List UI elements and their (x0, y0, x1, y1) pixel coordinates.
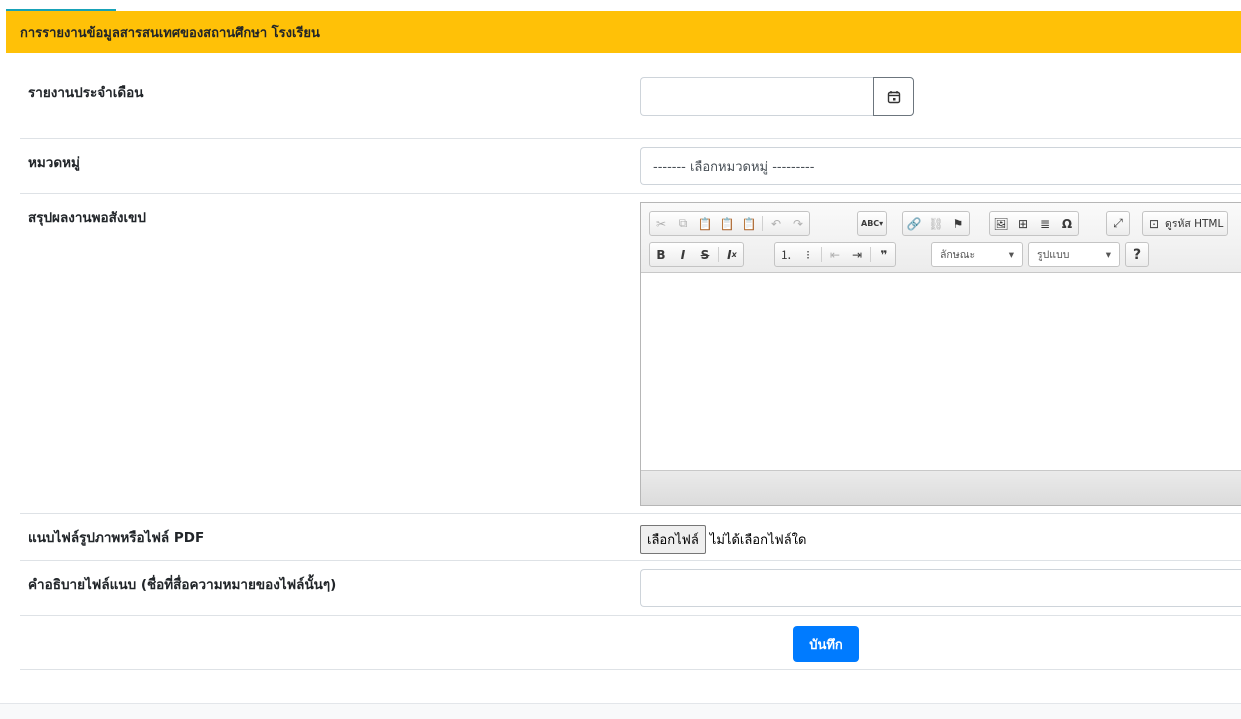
save-button[interactable]: บันทึก (793, 626, 859, 662)
source-icon: ⊡ (1148, 216, 1160, 231)
editor-toolbar: ✂ ⧉ 📋 📋 📋 ↶ ↷ ABC ▾ 🔗 ⛓ ⚑ 🖼 ⊞ ≣ Ω ⤢ ⊡ ดู… (641, 203, 1241, 273)
undo-icon[interactable]: ↶ (765, 212, 787, 235)
redo-icon[interactable]: ↷ (787, 212, 809, 235)
attachment-control: เลือกไฟล์ ไม่ได้เลือกไฟล์ใด (640, 525, 806, 554)
indent-icon[interactable]: ⇥ (846, 243, 868, 266)
category-label: หมวดหมู่ (28, 155, 80, 171)
strike-icon[interactable]: S (694, 243, 716, 266)
link-group: 🔗 ⛓ ⚑ (902, 211, 970, 236)
styles-dropdown-label: ลักษณะ (940, 249, 976, 261)
report-month-label: รายงานประจำเดือน (28, 85, 144, 101)
copy-icon[interactable]: ⧉ (672, 212, 694, 235)
paste-icon[interactable]: 📋 (694, 212, 716, 235)
footer-band (0, 703, 1241, 719)
help-icon[interactable]: ? (1126, 243, 1148, 266)
remove-format-icon[interactable]: Ix (721, 243, 743, 266)
blockquote-icon[interactable]: ❞ (873, 243, 895, 266)
outdent-icon[interactable]: ⇤ (824, 243, 846, 266)
clipboard-group: ✂ ⧉ 📋 📋 📋 ↶ ↷ (649, 211, 810, 236)
paste-text-icon[interactable]: 📋 (716, 212, 738, 235)
category-select[interactable]: ------- เลือกหมวดหมู่ --------- (640, 147, 1241, 185)
format-dropdown-label: รูปแบบ (1037, 249, 1070, 261)
source-group: ⊡ ดูรหัส HTML (1142, 211, 1229, 236)
description-row: คำอธิบายไฟล์แนบ (ชื่อที่สื่อความหมายของไ… (20, 561, 1241, 616)
anchor-flag-icon[interactable]: ⚑ (947, 212, 969, 235)
page-title: การรายงานข้อมูลสารสนเทศของสถานศึกษา โรงเ… (20, 25, 320, 41)
numbered-list-icon[interactable]: ⒈ (775, 243, 797, 266)
summary-row: สรุปผลงานพอสังเขป ✂ ⧉ 📋 📋 📋 ↶ ↷ ABC ▾ 🔗 … (20, 194, 1241, 514)
file-status-text: ไม่ได้เลือกไฟล์ใด (709, 533, 807, 548)
submit-row (20, 616, 1241, 670)
calendar-icon (887, 90, 900, 103)
description-control (640, 569, 1241, 607)
link-icon[interactable]: 🔗 (903, 212, 925, 235)
editor-status-bar (641, 470, 1241, 505)
basic-styles-group: B I S Ix (649, 242, 744, 267)
cut-icon[interactable]: ✂ (650, 212, 672, 235)
description-label: คำอธิบายไฟล์แนบ (ชื่อที่สื่อความหมายของไ… (28, 577, 337, 593)
toolbar-separator (762, 216, 763, 231)
format-dropdown[interactable]: รูปแบบ ▾ (1028, 242, 1120, 267)
rich-text-editor: ✂ ⧉ 📋 📋 📋 ↶ ↷ ABC ▾ 🔗 ⛓ ⚑ 🖼 ⊞ ≣ Ω ⤢ ⊡ ดู… (640, 202, 1241, 506)
image-icon[interactable]: 🖼 (990, 212, 1012, 235)
choose-file-button[interactable]: เลือกไฟล์ (640, 525, 706, 554)
report-month-input[interactable] (640, 77, 874, 116)
list-group: ⒈ ⁝ ⇤ ⇥ ❞ (774, 242, 896, 267)
insert-group: 🖼 ⊞ ≣ Ω (989, 211, 1079, 236)
summary-label: สรุปผลงานพอสังเขป (28, 210, 146, 226)
calendar-button[interactable] (873, 77, 914, 116)
chevron-down-icon: ▾ (1008, 248, 1014, 261)
chevron-down-icon: ▾ (1105, 248, 1111, 261)
help-group: ? (1125, 242, 1149, 267)
italic-icon[interactable]: I (672, 243, 694, 266)
toolbar-separator (870, 247, 871, 262)
summary-control: ✂ ⧉ 📋 📋 📋 ↶ ↷ ABC ▾ 🔗 ⛓ ⚑ 🖼 ⊞ ≣ Ω ⤢ ⊡ ดู… (640, 202, 1241, 506)
category-row: หมวดหมู่ ------- เลือกหมวดหมู่ --------- (20, 139, 1241, 194)
paste-word-icon[interactable]: 📋 (738, 212, 760, 235)
unlink-icon[interactable]: ⛓ (925, 212, 947, 235)
toolbar-separator (821, 247, 822, 262)
editor-content-area[interactable] (641, 273, 1241, 470)
category-selected-value: ------- เลือกหมวดหมู่ --------- (653, 159, 815, 175)
category-control: ------- เลือกหมวดหมู่ --------- (640, 147, 1241, 185)
styles-dropdown[interactable]: ลักษณะ ▾ (931, 242, 1023, 267)
maximize-icon[interactable]: ⤢ (1107, 212, 1129, 235)
report-month-control (640, 77, 914, 116)
maximize-group: ⤢ (1106, 211, 1130, 236)
bold-icon[interactable]: B (650, 243, 672, 266)
attachment-label: แนบไฟล์รูปภาพหรือไฟล์ PDF (28, 530, 205, 546)
attachment-row: แนบไฟล์รูปภาพหรือไฟล์ PDF เลือกไฟล์ ไม่ได… (20, 514, 1241, 561)
description-input[interactable] (640, 569, 1241, 607)
page-header: การรายงานข้อมูลสารสนเทศของสถานศึกษา โรงเ… (6, 11, 1241, 53)
report-month-row: รายงานประจำเดือน (20, 53, 1241, 139)
table-icon[interactable]: ⊞ (1012, 212, 1034, 235)
toolbar-separator (718, 247, 719, 262)
source-button[interactable]: ดูรหัส HTML (1165, 215, 1223, 232)
spellcheck-group: ABC ▾ (857, 211, 888, 236)
spellcheck-icon[interactable]: ABC ▾ (858, 212, 886, 235)
special-char-icon[interactable]: Ω (1056, 212, 1078, 235)
horizontal-line-icon[interactable]: ≣ (1034, 212, 1056, 235)
bullet-list-icon[interactable]: ⁝ (797, 243, 819, 266)
